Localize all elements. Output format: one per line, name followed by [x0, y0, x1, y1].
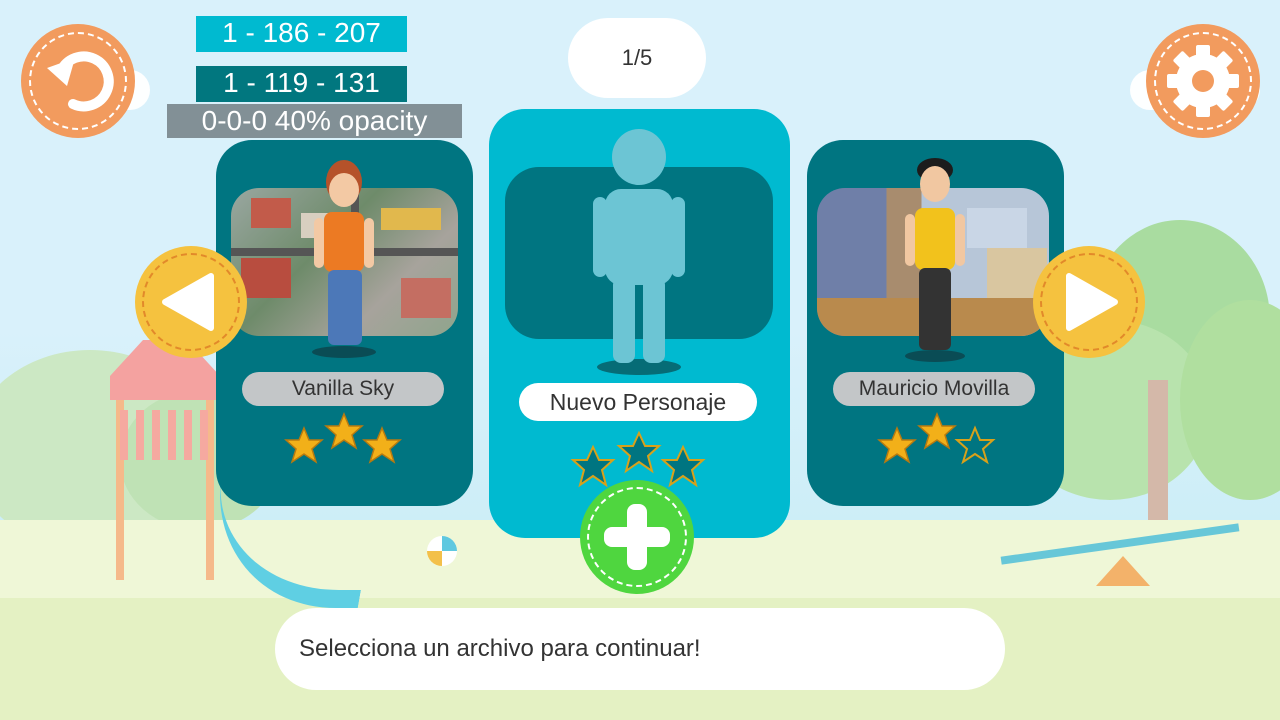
plus-icon — [604, 504, 670, 570]
character-name: Mauricio Movilla — [833, 372, 1035, 406]
star-filled — [877, 412, 957, 464]
triangle-left-icon — [162, 273, 214, 331]
color-label-cyan: 1 - 186 - 207 — [196, 16, 407, 52]
star-rating — [877, 412, 996, 465]
star-rating — [284, 412, 402, 464]
beach-ball — [427, 536, 457, 566]
gear-icon — [1167, 45, 1239, 117]
star-empty — [570, 430, 706, 488]
character-card-left[interactable]: Vanilla Sky — [216, 140, 473, 506]
star-filled — [284, 412, 402, 464]
color-label-overlay: 0-0-0 40% opacity — [167, 104, 462, 138]
previous-button[interactable] — [135, 246, 247, 358]
page-counter: 1/5 — [568, 18, 706, 98]
tree-trunk — [1148, 380, 1168, 530]
settings-button[interactable] — [1146, 24, 1260, 138]
character-name: Vanilla Sky — [242, 372, 444, 406]
back-button[interactable] — [21, 24, 135, 138]
character-card-right[interactable]: Mauricio Movilla — [807, 140, 1064, 506]
character-name: Nuevo Personaje — [519, 383, 757, 421]
add-character-button[interactable] — [580, 480, 694, 594]
triangle-right-icon — [1066, 273, 1118, 331]
star-empty — [954, 425, 996, 465]
status-message-text: Selecciona un archivo para continuar! — [299, 635, 701, 662]
color-label-teal: 1 - 119 - 131 — [196, 66, 407, 102]
avatar-mauricio — [905, 158, 965, 362]
undo-icon — [47, 51, 114, 112]
status-message: Selecciona un archivo para continuar! — [275, 608, 1005, 690]
next-button[interactable] — [1033, 246, 1145, 358]
slide-rail — [120, 410, 210, 460]
silhouette-icon — [593, 129, 685, 375]
avatar-vanilla — [312, 160, 376, 358]
character-card-new[interactable]: Nuevo Personaje — [489, 109, 790, 538]
